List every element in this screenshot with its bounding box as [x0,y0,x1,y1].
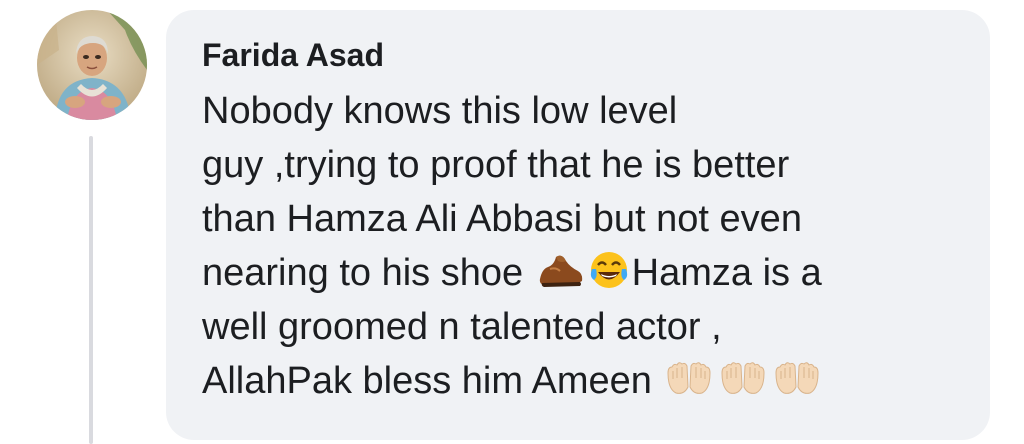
palms-up-together-emoji-icon [772,359,822,399]
avatar[interactable] [37,10,147,120]
palms-up-together-emoji-icon [664,359,714,399]
tears-of-joy-emoji-icon [588,249,630,291]
comment-line-3: than Hamza Ali Abbasi but not even [202,198,802,240]
comment-line-6-text: AllahPak bless him Ameen [202,360,652,402]
comment-author[interactable]: Farida Asad [202,36,970,74]
comment-line-1: Nobody knows this low level [202,90,678,132]
comment-line-5: well groomed n talented actor , [202,306,722,348]
comment-text: Nobody knows this low level guy ,trying … [202,84,970,408]
comment-page: Farida Asad Nobody knows this low level … [0,0,1024,444]
reply-thread-line [89,136,93,444]
comment-line-6: AllahPak bless him Ameen [202,354,970,408]
shoe-emoji-icon [536,251,584,291]
comment-line-2: guy ,trying to proof that he is better [202,144,790,186]
comment-line-4a: nearing to his shoe [202,252,524,294]
comment-bubble: Farida Asad Nobody knows this low level … [166,10,990,440]
palms-up-together-emoji-icon [718,359,768,399]
comment-line-4: nearing to his shoe Hamza is a [202,246,970,300]
comment-line-4b: Hamza is a [631,252,822,294]
profile-photo-icon [37,10,147,120]
